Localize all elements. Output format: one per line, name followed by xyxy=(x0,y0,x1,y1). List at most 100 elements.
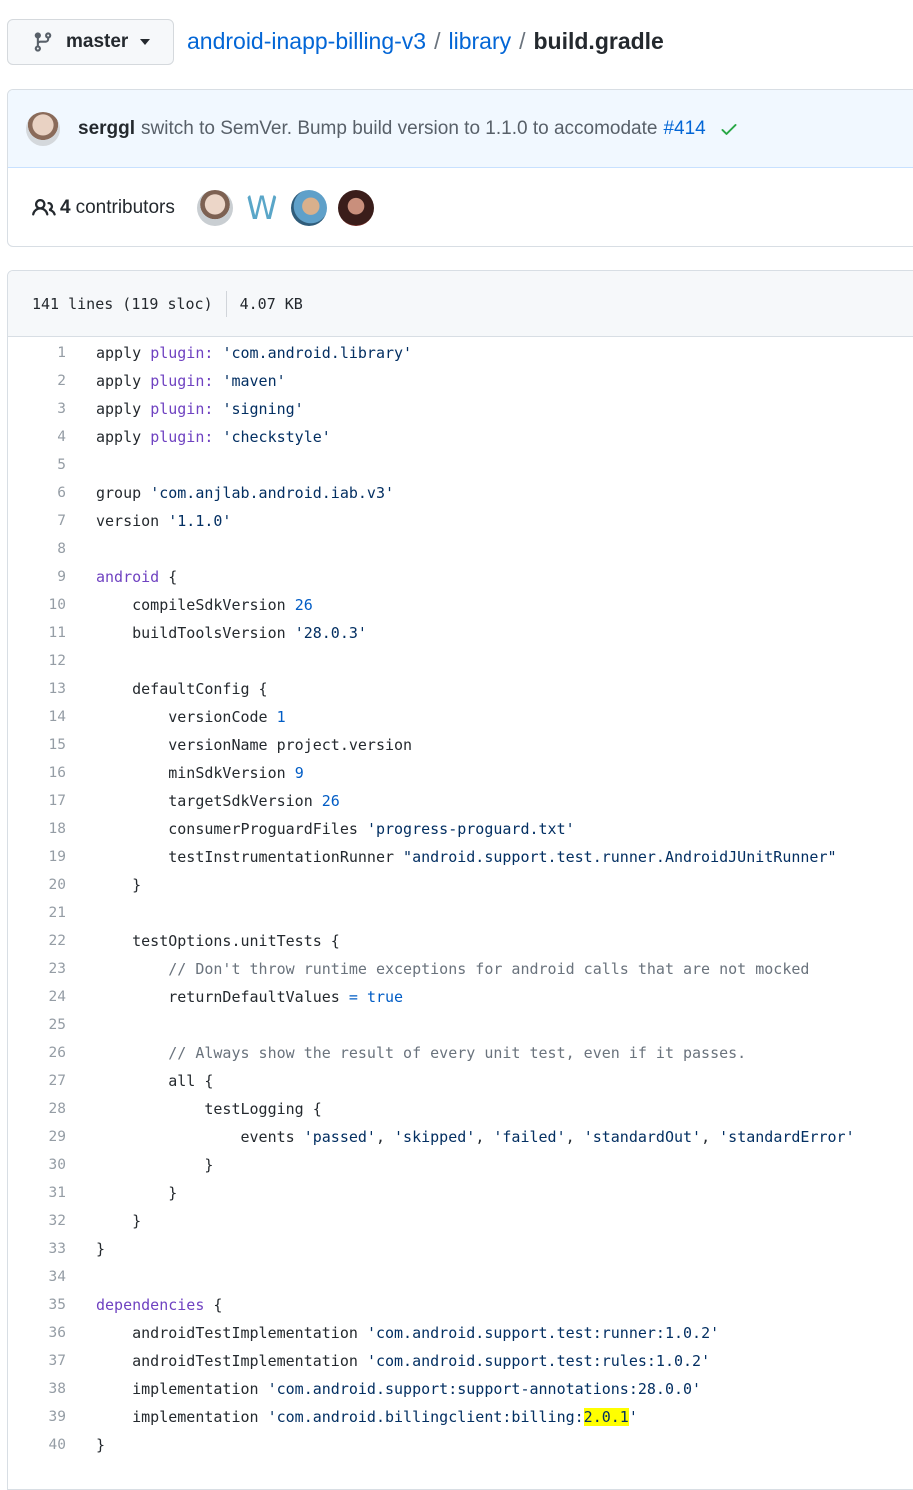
contributors-count[interactable]: 4 xyxy=(60,197,71,219)
line-content: // Don't throw runtime exceptions for an… xyxy=(96,955,809,983)
code-token: 'signing' xyxy=(222,400,304,418)
line-content: } xyxy=(96,871,141,899)
line-number[interactable]: 21 xyxy=(8,899,66,927)
line-number[interactable]: 13 xyxy=(8,675,66,703)
code-line: 40} xyxy=(8,1431,913,1459)
contributor-avatar[interactable] xyxy=(196,190,233,226)
line-number[interactable]: 39 xyxy=(8,1403,66,1431)
code-token: 'com.android.library' xyxy=(222,344,413,362)
pull-request-link[interactable]: #414 xyxy=(663,118,705,140)
line-number[interactable]: 23 xyxy=(8,955,66,983)
line-number[interactable]: 19 xyxy=(8,843,66,871)
line-number[interactable]: 24 xyxy=(8,983,66,1011)
line-number[interactable]: 31 xyxy=(8,1179,66,1207)
code-token: "android.support.test.runner.AndroidJUni… xyxy=(403,848,837,866)
author-avatar[interactable] xyxy=(26,111,60,146)
line-number[interactable]: 28 xyxy=(8,1095,66,1123)
line-number[interactable]: 17 xyxy=(8,787,66,815)
commit-author[interactable]: serggl xyxy=(78,118,135,140)
line-content: all { xyxy=(96,1067,213,1095)
contributors-label[interactable]: contributors xyxy=(76,197,175,219)
code-line: 14 versionCode 1 xyxy=(8,703,913,731)
line-content: } xyxy=(96,1431,105,1459)
code-token: testLogging { xyxy=(96,1100,322,1118)
line-number[interactable]: 16 xyxy=(8,759,66,787)
line-content: implementation 'com.android.support:supp… xyxy=(96,1375,701,1403)
code-token: 'standardError' xyxy=(719,1128,855,1146)
code-token: android xyxy=(96,568,160,586)
line-number[interactable]: 40 xyxy=(8,1431,66,1459)
check-icon[interactable] xyxy=(719,119,739,139)
line-content: buildToolsVersion '28.0.3' xyxy=(96,619,367,647)
line-content: testInstrumentationRunner "android.suppo… xyxy=(96,843,837,871)
line-number[interactable]: 9 xyxy=(8,563,66,591)
line-number[interactable]: 26 xyxy=(8,1039,66,1067)
line-number[interactable]: 34 xyxy=(8,1263,66,1291)
line-number[interactable]: 8 xyxy=(8,535,66,563)
line-number[interactable]: 32 xyxy=(8,1207,66,1235)
line-content: targetSdkVersion 26 xyxy=(96,787,340,815)
code-line: 24 returnDefaultValues = true xyxy=(8,983,913,1011)
code-line: 8 xyxy=(8,535,913,563)
breadcrumb-folder-link[interactable]: library xyxy=(448,28,511,55)
contributor-avatar[interactable] xyxy=(290,190,327,226)
line-number[interactable]: 14 xyxy=(8,703,66,731)
code-line: 31 } xyxy=(8,1179,913,1207)
branch-select-button[interactable]: master xyxy=(7,19,174,65)
line-number[interactable]: 2 xyxy=(8,367,66,395)
line-number[interactable]: 1 xyxy=(8,339,66,367)
code-token: 1 xyxy=(276,708,286,726)
line-number[interactable]: 15 xyxy=(8,731,66,759)
contributor-avatars: W xyxy=(196,190,374,226)
line-content: androidTestImplementation 'com.android.s… xyxy=(96,1319,719,1347)
code-line: 10 compileSdkVersion 26 xyxy=(8,591,913,619)
code-token: testInstrumentationRunner xyxy=(96,848,404,866)
breadcrumb-file-name: build.gradle xyxy=(533,28,664,54)
line-number[interactable]: 4 xyxy=(8,423,66,451)
code-line: 37 androidTestImplementation 'com.androi… xyxy=(8,1347,913,1375)
code-token: 26 xyxy=(321,792,340,810)
commit-message[interactable]: switch to SemVer. Bump build version to … xyxy=(141,118,657,140)
code-line: 30 } xyxy=(8,1151,913,1179)
line-number[interactable]: 37 xyxy=(8,1347,66,1375)
people-icon xyxy=(32,198,56,216)
code-token: 'passed' xyxy=(303,1128,376,1146)
line-content: defaultConfig { xyxy=(96,675,267,703)
line-number[interactable]: 38 xyxy=(8,1375,66,1403)
line-number[interactable]: 33 xyxy=(8,1235,66,1263)
line-content: } xyxy=(96,1207,141,1235)
line-number[interactable]: 20 xyxy=(8,871,66,899)
code-line: 34 xyxy=(8,1263,913,1291)
line-number[interactable]: 25 xyxy=(8,1011,66,1039)
line-number[interactable]: 18 xyxy=(8,815,66,843)
code-token: targetSdkVersion xyxy=(96,792,322,810)
line-number[interactable]: 29 xyxy=(8,1123,66,1151)
line-number[interactable]: 30 xyxy=(8,1151,66,1179)
contributor-avatar[interactable] xyxy=(337,190,374,226)
code-line: 29 events 'passed', 'skipped', 'failed',… xyxy=(8,1123,913,1151)
line-number[interactable]: 11 xyxy=(8,619,66,647)
breadcrumb-repo-link[interactable]: android-inapp-billing-v3 xyxy=(187,28,426,55)
line-content: testOptions.unitTests { xyxy=(96,927,340,955)
avatar-letter: W xyxy=(246,190,278,226)
line-number[interactable]: 7 xyxy=(8,507,66,535)
line-number[interactable]: 22 xyxy=(8,927,66,955)
line-content: versionCode 1 xyxy=(96,703,286,731)
code-line: 16 minSdkVersion 9 xyxy=(8,759,913,787)
line-number[interactable]: 36 xyxy=(8,1319,66,1347)
code-line: 20 } xyxy=(8,871,913,899)
line-number[interactable]: 10 xyxy=(8,591,66,619)
line-number[interactable]: 3 xyxy=(8,395,66,423)
code-line: 2 apply plugin: 'maven' xyxy=(8,367,913,395)
contributor-avatar[interactable]: W xyxy=(243,190,280,226)
line-number[interactable]: 27 xyxy=(8,1067,66,1095)
line-number[interactable]: 5 xyxy=(8,451,66,479)
code-token: buildToolsVersion xyxy=(96,624,295,642)
line-number[interactable]: 12 xyxy=(8,647,66,675)
line-number[interactable]: 6 xyxy=(8,479,66,507)
code-line: 32 } xyxy=(8,1207,913,1235)
code-token: 'com.android.support.test:runner:1.0.2' xyxy=(366,1324,720,1342)
code-line: 28 testLogging { xyxy=(8,1095,913,1123)
line-content: apply plugin: 'com.android.library' xyxy=(96,339,412,367)
line-number[interactable]: 35 xyxy=(8,1291,66,1319)
